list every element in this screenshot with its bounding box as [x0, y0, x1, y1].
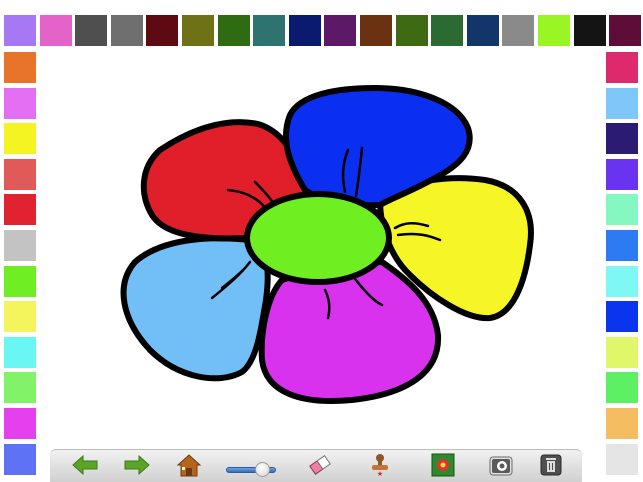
color-swatch[interactable] — [4, 15, 36, 46]
color-swatch[interactable] — [606, 230, 638, 261]
picture-select-button[interactable] — [428, 452, 458, 478]
color-swatch[interactable] — [538, 15, 570, 46]
color-swatch[interactable] — [606, 443, 638, 475]
color-swatch[interactable] — [606, 158, 638, 190]
coloring-app: ★ — [0, 0, 643, 482]
color-swatch[interactable] — [4, 194, 36, 226]
trash-button[interactable] — [536, 452, 566, 478]
back-button[interactable] — [70, 452, 100, 478]
color-swatch[interactable] — [4, 87, 36, 119]
color-swatch[interactable] — [606, 336, 638, 368]
camera-icon — [488, 453, 514, 477]
color-swatch[interactable] — [606, 87, 638, 119]
color-swatch[interactable] — [4, 265, 36, 297]
forward-button[interactable] — [122, 452, 152, 478]
color-swatch[interactable] — [288, 15, 321, 46]
color-swatch[interactable] — [609, 15, 642, 46]
color-swatch[interactable] — [4, 301, 36, 333]
color-swatch[interactable] — [4, 52, 36, 83]
color-swatch[interactable] — [39, 15, 72, 46]
petal-bottom[interactable] — [258, 259, 442, 404]
color-swatch[interactable] — [606, 372, 638, 404]
color-swatch[interactable] — [4, 443, 36, 475]
stamp-icon: ★ — [367, 453, 393, 477]
eraser-icon — [307, 453, 333, 477]
color-swatch[interactable] — [466, 15, 499, 46]
color-swatch[interactable] — [606, 123, 638, 155]
color-swatch[interactable] — [4, 408, 36, 439]
petal-bottom-left[interactable] — [120, 235, 271, 382]
color-swatch[interactable] — [4, 123, 36, 155]
arrow-left-icon — [71, 454, 99, 476]
camera-button[interactable] — [486, 452, 516, 478]
color-swatch[interactable] — [606, 301, 638, 333]
color-swatch[interactable] — [324, 15, 357, 46]
color-swatch[interactable] — [4, 372, 36, 404]
color-swatch[interactable] — [182, 15, 214, 46]
flower-picture-icon — [431, 453, 455, 477]
drawing-canvas[interactable] — [40, 50, 603, 455]
color-swatch[interactable] — [606, 265, 638, 297]
eraser-button[interactable] — [305, 452, 335, 478]
color-swatch[interactable] — [110, 15, 143, 46]
color-swatch[interactable] — [395, 15, 428, 46]
brush-size-slider[interactable] — [254, 462, 270, 477]
color-swatch[interactable] — [360, 15, 392, 46]
color-swatch[interactable] — [146, 15, 179, 46]
color-swatch[interactable] — [606, 408, 638, 439]
color-swatch[interactable] — [502, 15, 535, 46]
color-swatch[interactable] — [606, 194, 638, 226]
home-button[interactable] — [174, 452, 204, 478]
color-swatch[interactable] — [431, 15, 464, 46]
color-swatch[interactable] — [4, 230, 36, 261]
stamp-button[interactable]: ★ — [365, 452, 395, 478]
flower-center[interactable] — [244, 191, 392, 285]
trash-icon — [539, 453, 563, 477]
arrow-right-icon — [123, 454, 151, 476]
color-swatch[interactable] — [253, 15, 286, 46]
color-swatch[interactable] — [4, 336, 36, 368]
color-swatch[interactable] — [4, 158, 36, 190]
flower-drawing[interactable] — [40, 50, 603, 455]
color-swatch[interactable] — [606, 52, 638, 83]
home-icon — [176, 453, 202, 477]
svg-text:★: ★ — [377, 470, 383, 477]
color-swatch[interactable] — [75, 15, 108, 46]
color-swatch[interactable] — [217, 15, 250, 46]
color-swatch[interactable] — [573, 15, 606, 46]
